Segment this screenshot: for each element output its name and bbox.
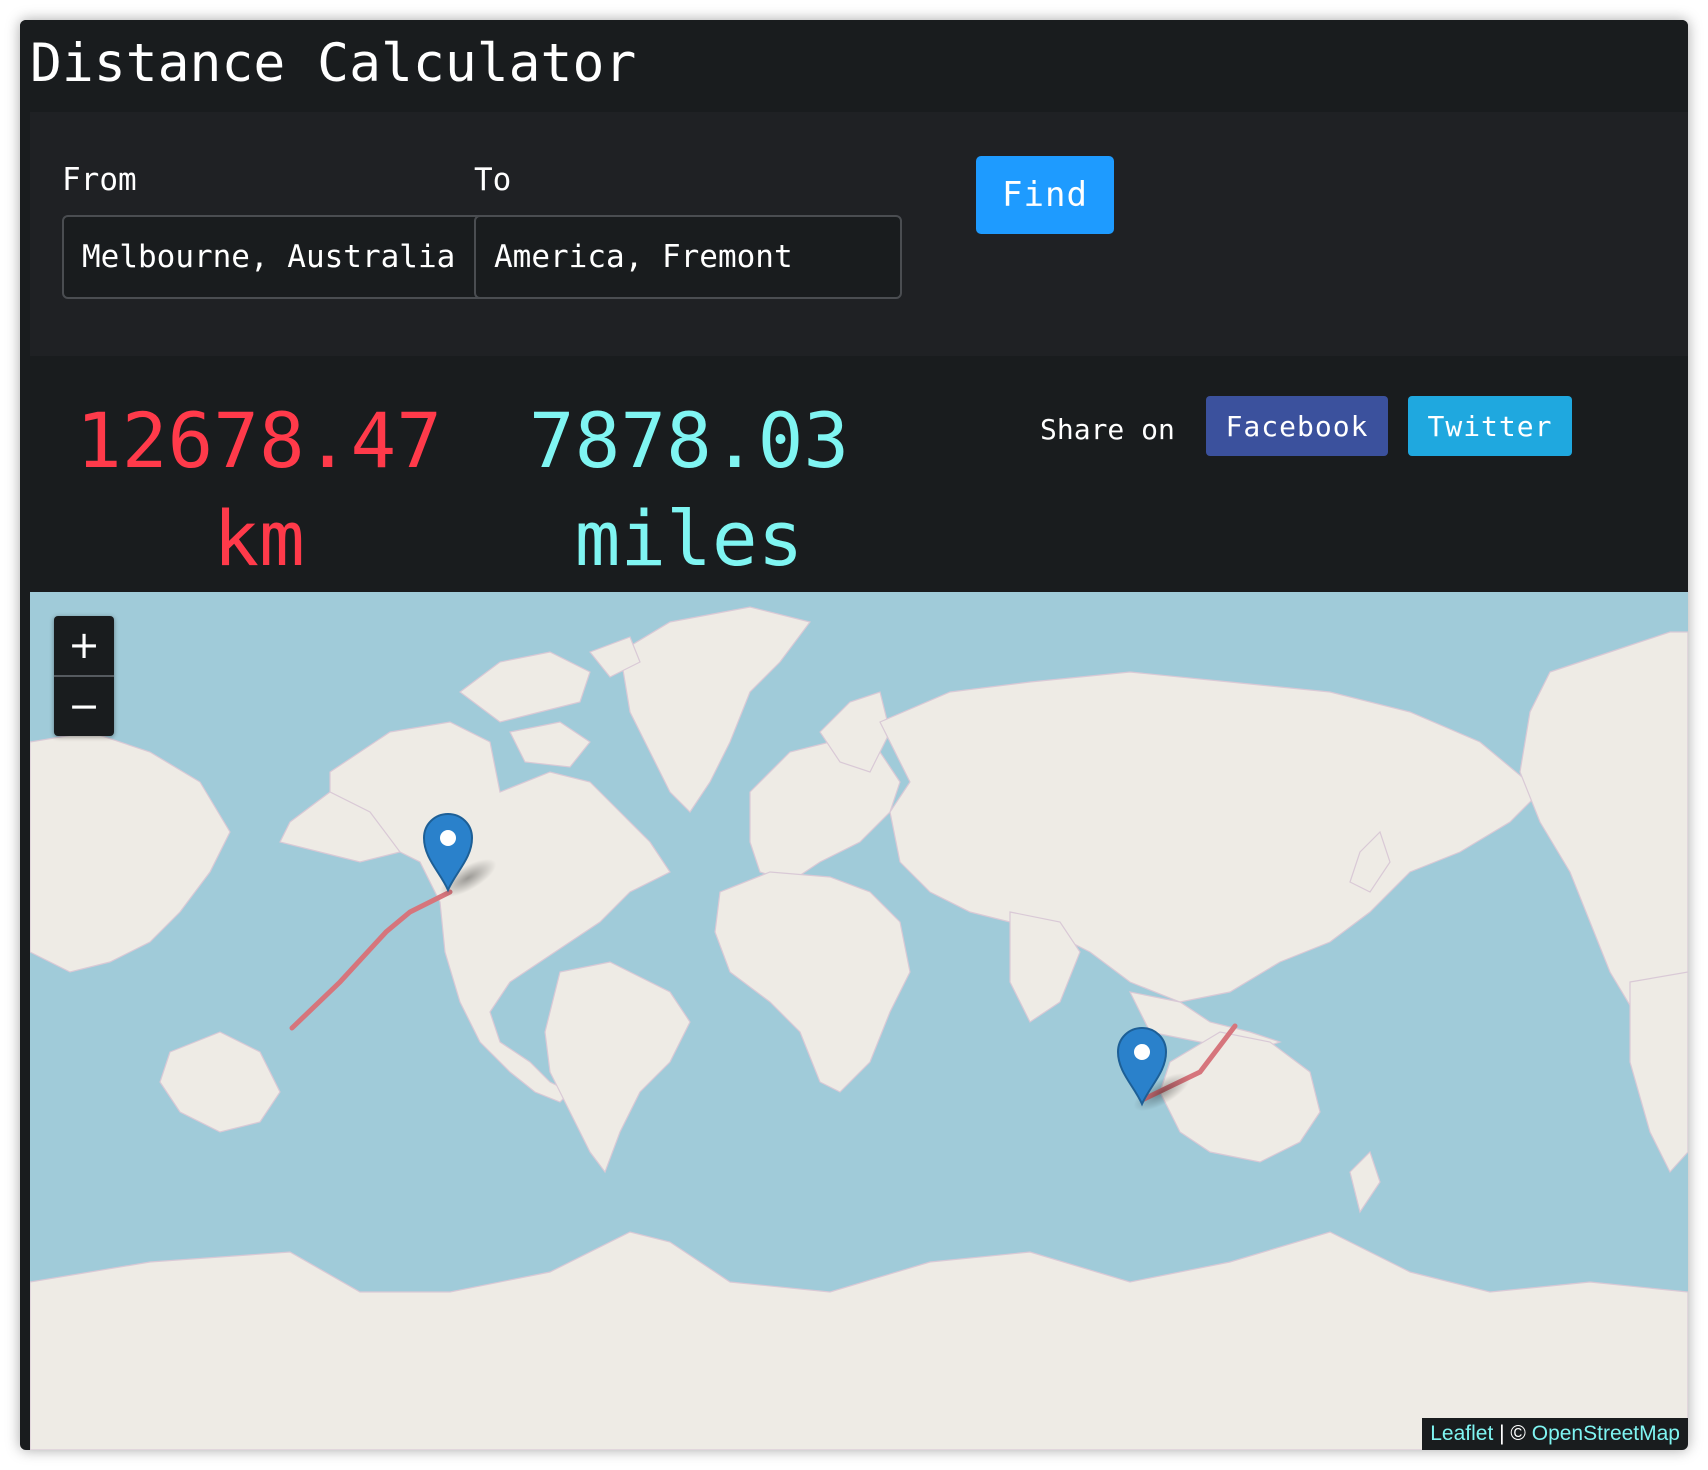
twitter-share-button[interactable]: Twitter xyxy=(1408,396,1572,456)
to-input[interactable] xyxy=(474,215,902,299)
share-label: Share on xyxy=(1040,413,1175,446)
zoom-out-button[interactable]: − xyxy=(54,677,114,736)
new-zealand-landmass xyxy=(1349,1150,1381,1214)
facebook-share-button[interactable]: Facebook xyxy=(1206,396,1388,456)
miles-value: 7878.03 xyxy=(528,396,850,485)
from-label: From xyxy=(62,162,137,198)
asia-wrap-landmass xyxy=(30,731,231,973)
miles-unit: miles xyxy=(574,494,804,583)
km-value: 12678.47 xyxy=(75,396,443,485)
openstreetmap-link[interactable]: OpenStreetMap xyxy=(1532,1422,1680,1445)
map-attribution: Leaflet | © OpenStreetMap xyxy=(1422,1418,1688,1450)
attribution-separator: | © xyxy=(1493,1422,1532,1445)
from-input[interactable] xyxy=(62,215,490,299)
find-button[interactable]: Find xyxy=(976,156,1114,234)
app-window: Distance Calculator From To Find 12678.4… xyxy=(20,20,1688,1450)
route-line-west xyxy=(289,889,453,1031)
search-form: From To Find xyxy=(30,112,1688,356)
title-bar: Distance Calculator xyxy=(20,20,1688,112)
page-title: Distance Calculator xyxy=(30,33,637,94)
australia-landmass xyxy=(1159,1031,1321,1163)
asia-landmass xyxy=(879,671,1541,1003)
zoom-control: + − xyxy=(54,616,114,736)
distance-km: 12678.47 km xyxy=(64,392,454,588)
leaflet-link[interactable]: Leaflet xyxy=(1430,1422,1493,1445)
world-map[interactable]: + − Leaflet | © OpenStreetMap xyxy=(30,592,1688,1450)
map-tiles xyxy=(30,606,1688,1450)
africa-landmass xyxy=(714,871,911,1093)
km-unit: km xyxy=(213,494,305,583)
to-label: To xyxy=(474,162,512,198)
australia-wrap-landmass xyxy=(159,1031,281,1133)
distance-miles: 7878.03 miles xyxy=(524,392,854,588)
zoom-in-button[interactable]: + xyxy=(54,616,114,677)
results-panel: 12678.47 km 7878.03 miles Share on Faceb… xyxy=(30,356,1688,592)
south-america-wrap-landmass xyxy=(1629,971,1688,1174)
south-america-landmass xyxy=(544,961,691,1174)
europe-landmass xyxy=(749,741,901,883)
